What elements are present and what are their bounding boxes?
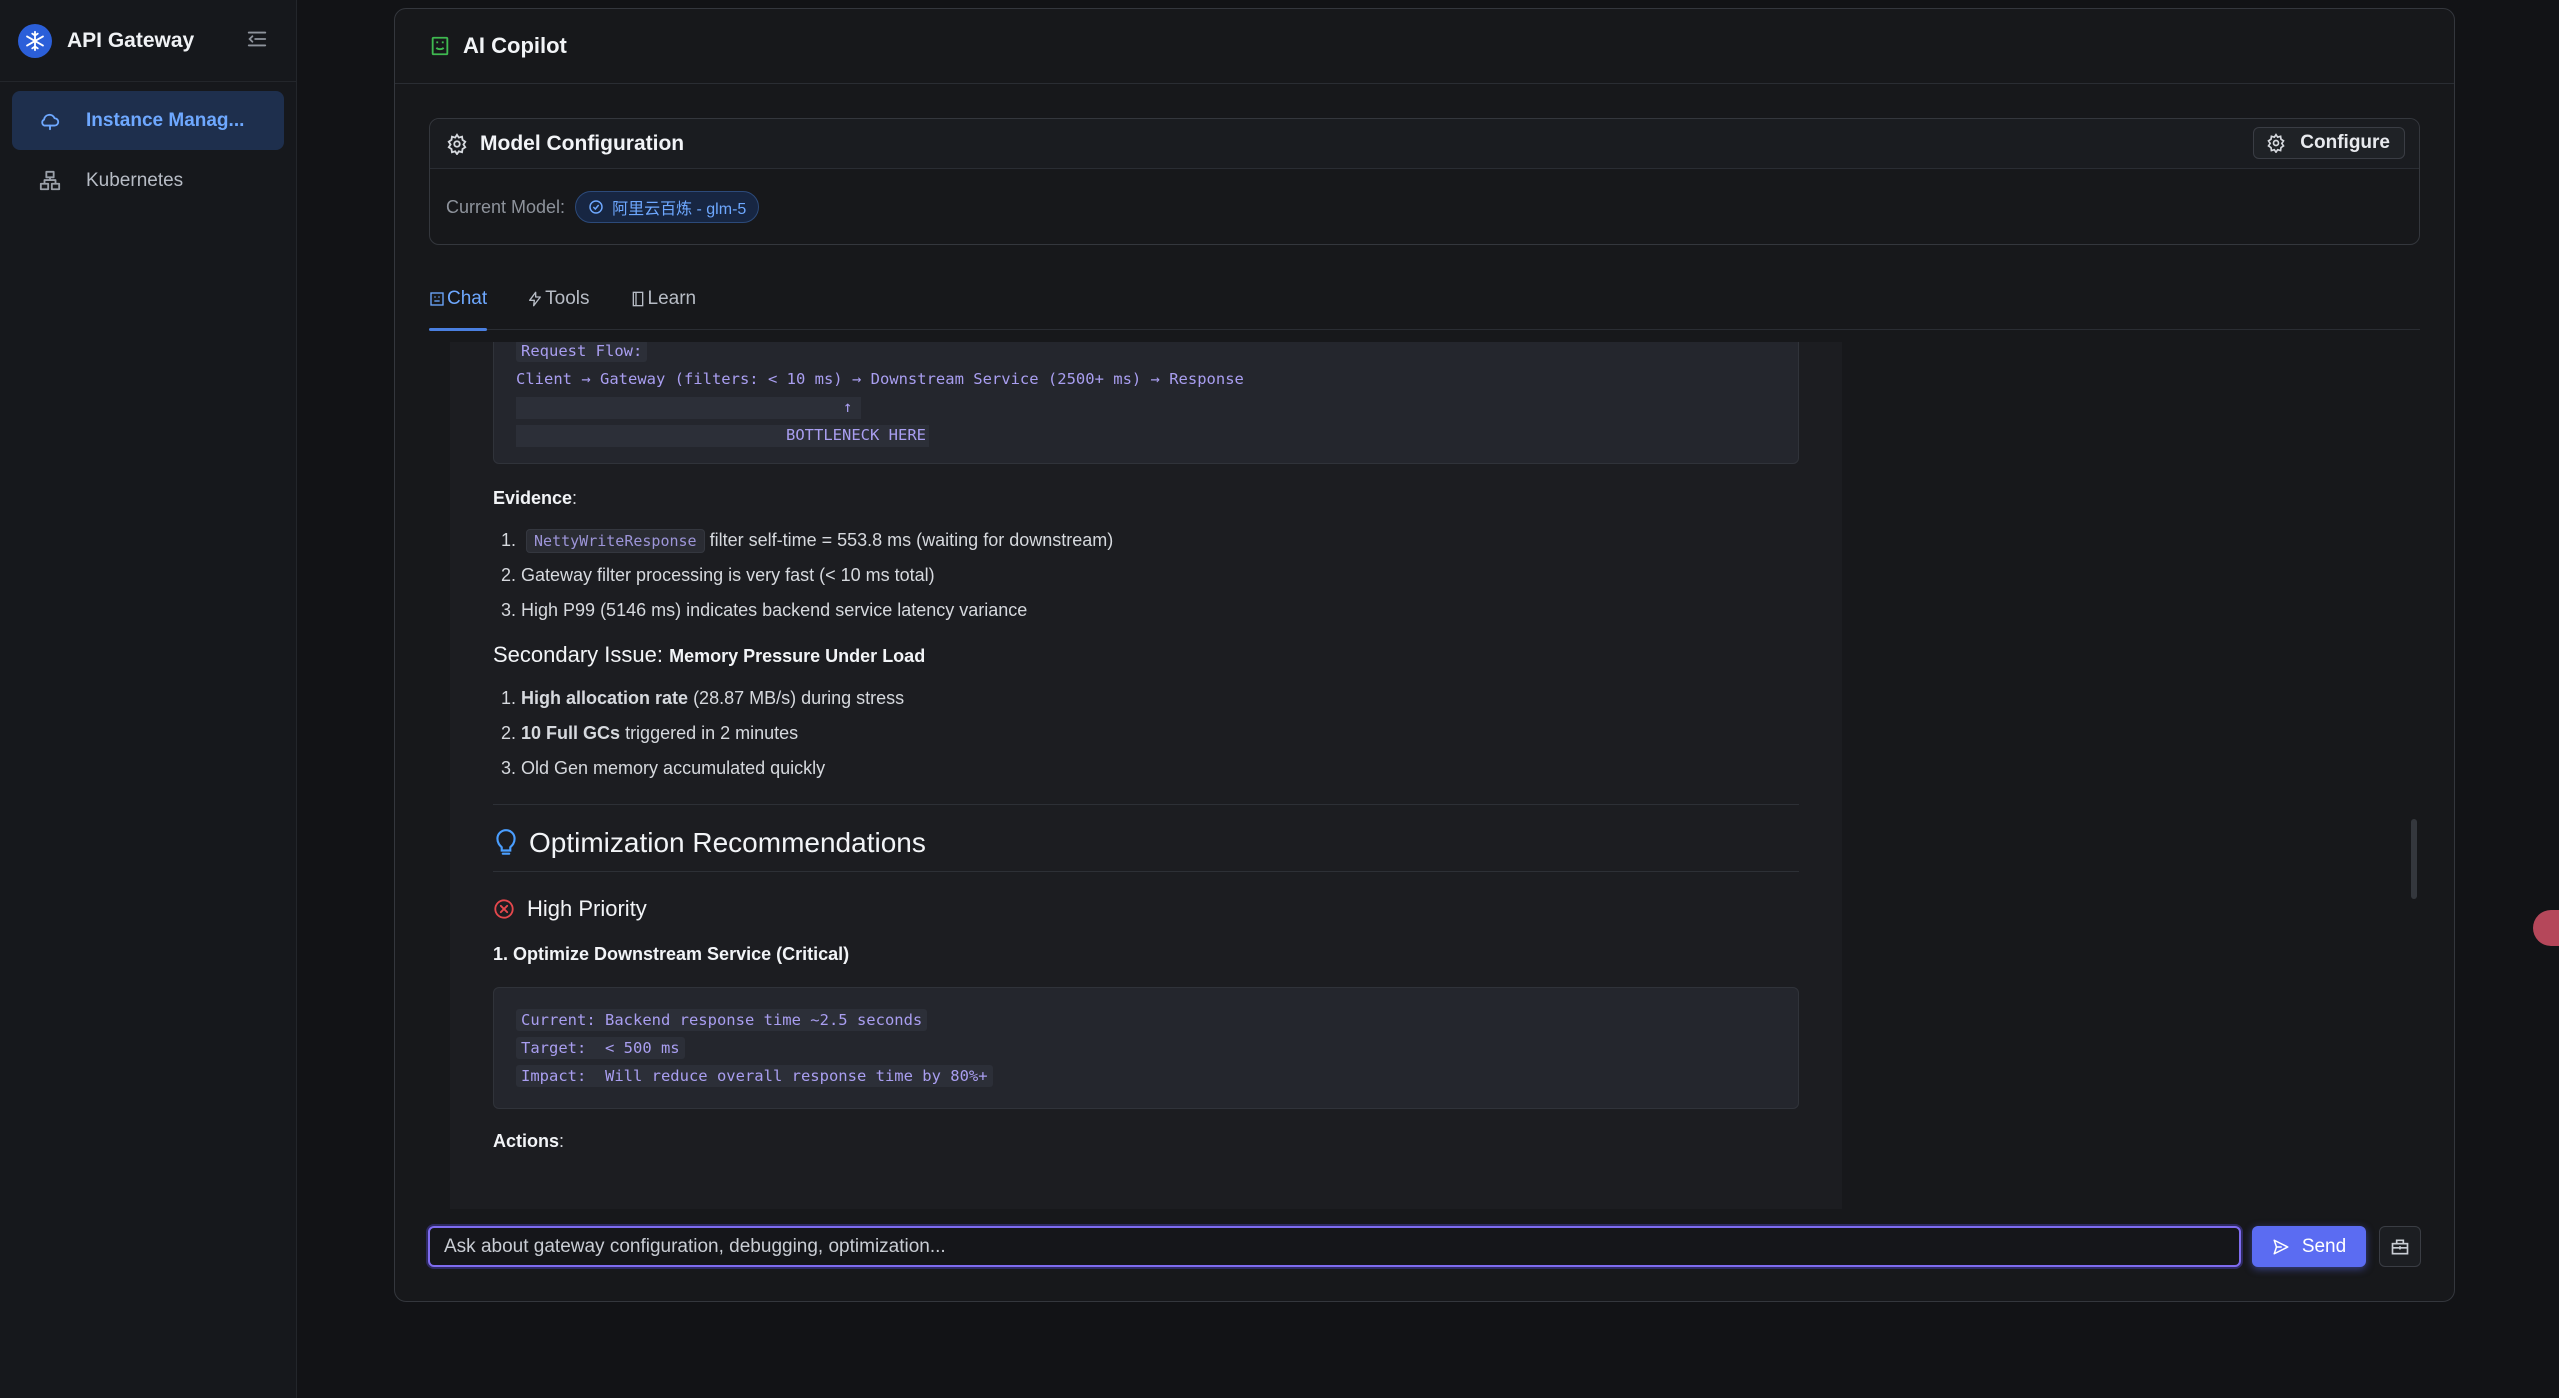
send-button[interactable]: Send (2252, 1226, 2366, 1267)
bolt-icon (527, 291, 543, 307)
tab-label: Learn (647, 287, 697, 309)
tab-chat[interactable]: Chat (429, 267, 488, 331)
optimization-heading: Optimization Recommendations (493, 827, 1809, 859)
secondary-issue-list: 1. High allocation rate (28.87 MB/s) dur… (493, 681, 1809, 786)
sidebar-item-label: Instance Manag... (86, 109, 245, 131)
cluster-icon (38, 169, 62, 193)
code-line: Request Flow: (516, 342, 648, 362)
configure-button[interactable]: Configure (2253, 127, 2405, 159)
code-line: Client → Gateway (filters: < 10 ms) → Do… (516, 370, 1244, 388)
high-priority-heading: High Priority (493, 896, 1809, 922)
evidence-list: 1. NettyWriteResponse filter self-time =… (493, 523, 1809, 628)
list-item: 1. NettyWriteResponse filter self-time =… (493, 523, 1809, 558)
check-circle-icon (588, 199, 604, 215)
sidebar-item-kubernetes[interactable]: Kubernetes (12, 151, 284, 210)
snowflake-icon (18, 23, 52, 58)
code-line: Target: < 500 ms (516, 1037, 685, 1059)
list-item: 1. High allocation rate (28.87 MB/s) dur… (501, 688, 905, 708)
request-flow-code-block: Request Flow: Client → Gateway (filters:… (493, 342, 1799, 464)
code-line: Impact: Will reduce overall response tim… (516, 1065, 993, 1087)
chat-messages: Request Flow: Client → Gateway (filters:… (450, 342, 1842, 1209)
current-model-tag: 阿里云百炼 - glm-5 (575, 191, 760, 223)
chat-input[interactable] (428, 1226, 2241, 1267)
configure-label: Configure (2300, 132, 2390, 153)
tab-label: Tools (545, 287, 590, 309)
divider (493, 804, 1799, 805)
send-label: Send (2301, 1235, 2347, 1257)
model-configuration-title: Model Configuration (480, 131, 685, 155)
sidebar-item-instance-management[interactable]: Instance Manag... (12, 91, 284, 150)
tab-bar: Chat Tools Learn (429, 267, 2420, 331)
model-configuration-header: Model Configuration Configure (430, 119, 2419, 169)
send-icon (2272, 1238, 2290, 1256)
current-model-row: Current Model: 阿里云百炼 - glm-5 (430, 169, 2419, 245)
list-item: 2. 10 Full GCs triggered in 2 minutes (501, 723, 799, 743)
recommendation-code-block: Current: Backend response time ~2.5 seco… (493, 987, 1799, 1109)
list-item: 2. Gateway filter processing is very fas… (501, 565, 935, 585)
assistant-message: Request Flow: Client → Gateway (filters:… (493, 342, 1809, 1152)
toolbox-icon (2390, 1237, 2410, 1257)
code-line: BOTTLENECK HERE (786, 426, 926, 444)
code-line: Current: Backend response time ~2.5 seco… (516, 1009, 928, 1031)
inline-code: NettyWriteResponse (526, 529, 705, 553)
model-configuration-card: Model Configuration Configure Current Mo… (429, 118, 2420, 245)
sidebar-nav: Instance Manag... Kubernetes (0, 82, 296, 220)
cloud-icon (38, 109, 62, 133)
brand-header: API Gateway (0, 0, 296, 82)
gear-icon (2266, 133, 2286, 154)
tab-learn[interactable]: Learn (630, 267, 697, 330)
x-circle-icon (493, 898, 515, 920)
panel-title: AI Copilot (463, 33, 567, 58)
recommendation-title: 1. Optimize Downstream Service (Critical… (493, 944, 850, 964)
toolbox-button[interactable] (2379, 1226, 2421, 1267)
code-line: ↑ (843, 398, 853, 416)
chat-scrollbar[interactable] (2411, 819, 2417, 899)
book-icon (630, 291, 646, 307)
panel-header: AI Copilot (395, 9, 2454, 84)
menu-collapse-icon[interactable] (246, 28, 268, 50)
evidence-heading: Evidence: (493, 488, 578, 508)
current-model-value: 阿里云百炼 - glm-5 (612, 201, 747, 218)
current-model-label: Current Model: (446, 196, 566, 217)
list-item: 3. Old Gen memory accumulated quickly (501, 758, 826, 778)
list-item: 3. High P99 (5146 ms) indicates backend … (501, 600, 1028, 620)
divider (493, 871, 1799, 872)
secondary-issue-heading: Secondary Issue: Memory Pressure Under L… (493, 642, 926, 667)
gear-icon (446, 132, 468, 156)
tab-label: Chat (447, 287, 488, 309)
sidebar-item-label: Kubernetes (86, 169, 184, 191)
chat-icon (429, 291, 445, 307)
tab-tools[interactable]: Tools (527, 267, 590, 330)
actions-heading: Actions: (493, 1131, 565, 1151)
app-title: API Gateway (67, 28, 195, 52)
floating-assistant-button[interactable] (2533, 910, 2559, 946)
sidebar: API Gateway Instance Manag... Kubernetes (0, 0, 297, 1398)
lightbulb-icon (493, 828, 519, 858)
bot-icon (429, 35, 451, 57)
